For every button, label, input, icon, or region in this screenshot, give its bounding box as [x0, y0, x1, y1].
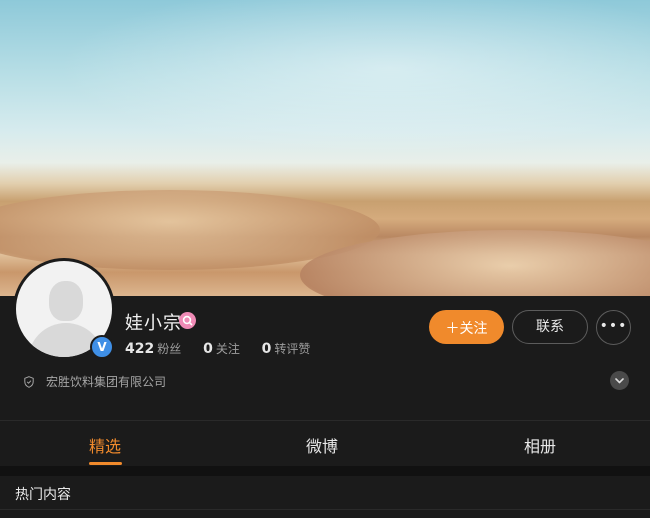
chevron-down-icon[interactable] — [610, 371, 629, 390]
company-name: 宏胜饮料集团有限公司 — [46, 375, 167, 389]
likes-label: 转评赞 — [274, 342, 311, 356]
likes-count: 0 — [261, 341, 272, 357]
company-info: 宏胜饮料集团有限公司 — [24, 373, 166, 390]
following-label: 关注 — [215, 342, 240, 356]
more-options-button[interactable]: ••• — [596, 310, 631, 345]
fans-label: 粉丝 — [157, 342, 182, 356]
fans-count: 422 — [125, 341, 155, 357]
section-title: 热门内容 — [15, 487, 71, 503]
likes-stat[interactable]: 0 转评赞 — [261, 341, 311, 357]
following-count: 0 — [203, 341, 213, 357]
profile-stats: 422 粉丝 0 关注 0 转评赞 — [125, 340, 328, 357]
shield-icon — [24, 376, 34, 388]
cover-image — [0, 0, 650, 296]
tab-featured[interactable]: 精选 — [89, 433, 121, 457]
profile-name: 娃小宗 — [125, 313, 182, 334]
following-stat[interactable]: 0 关注 — [203, 341, 240, 357]
divider — [0, 509, 650, 510]
tab-album[interactable]: 相册 — [524, 433, 556, 457]
follow-button[interactable]: ＋关注 — [429, 310, 504, 344]
search-icon[interactable] — [179, 312, 196, 329]
avatar-head-silhouette — [49, 281, 83, 321]
contact-button[interactable]: 联系 — [512, 310, 588, 344]
active-tab-indicator — [89, 462, 122, 465]
profile-tabs: 精选 微博 相册 — [0, 421, 650, 465]
tab-weibo[interactable]: 微博 — [306, 433, 338, 457]
sky-glow — [0, 0, 650, 170]
fans-stat[interactable]: 422 粉丝 — [125, 341, 182, 357]
verified-badge-icon: V — [90, 335, 114, 359]
section-separator — [0, 466, 650, 476]
